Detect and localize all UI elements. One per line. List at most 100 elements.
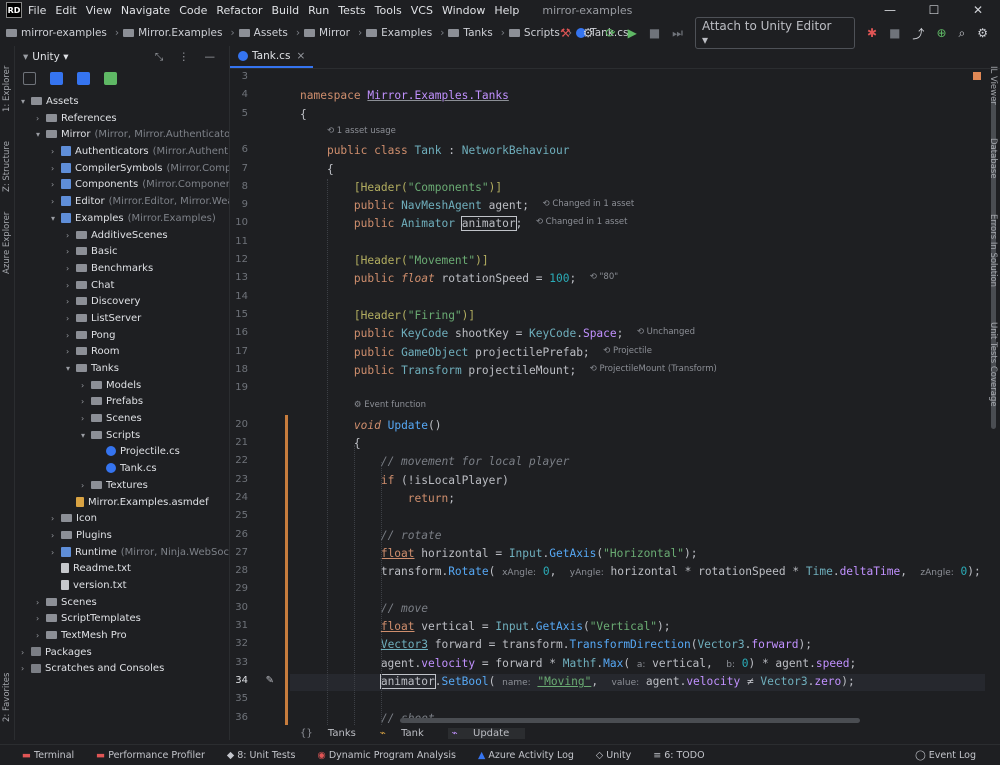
tree-item[interactable]: › Prefabs — [15, 394, 229, 411]
run-icon[interactable]: ▶ — [628, 26, 637, 40]
unit-tests-coverage-tool-tab[interactable]: Unit Tests Coverage — [988, 322, 998, 407]
tree-item[interactable]: › Authenticators(Mirror.Authentica — [15, 144, 229, 161]
tree-item[interactable]: › Basic — [15, 244, 229, 261]
azure-explorer-tool-tab[interactable]: Azure Explorer — [2, 212, 12, 274]
chevron-right-icon[interactable]: › — [66, 311, 76, 328]
chevron-right-icon[interactable]: › — [51, 144, 61, 161]
breadcrumb-item[interactable]: Mirror.Examples — [123, 27, 226, 39]
chevron-right-icon[interactable]: › — [51, 511, 61, 528]
menu-refactor[interactable]: Refactor — [216, 4, 262, 17]
quick-fix-icon[interactable]: ✎ — [256, 675, 274, 686]
chevron-down-icon[interactable]: ▾ — [36, 127, 46, 144]
hammer-icon[interactable]: ⚒ — [560, 26, 571, 40]
menu-view[interactable]: View — [86, 4, 112, 17]
chevron-right-icon[interactable]: › — [36, 628, 46, 645]
menu-edit[interactable]: Edit — [55, 4, 76, 17]
tree-item[interactable]: › Models — [15, 378, 229, 395]
chevron-right-icon[interactable]: › — [66, 228, 76, 245]
tree-item[interactable]: › Scenes — [15, 411, 229, 428]
todo-tool-button[interactable]: ≡ 6: TODO — [653, 750, 704, 761]
tree-item[interactable]: › Runtime(Mirror, Ninja.WebSocket — [15, 545, 229, 562]
breadcrumb-item[interactable]: Tanks — [448, 27, 496, 39]
chevron-right-icon[interactable]: › — [81, 378, 91, 395]
tree-item[interactable]: Projectile.cs — [15, 444, 229, 461]
unity-explorer-icon[interactable] — [104, 71, 117, 85]
chevron-down-icon[interactable]: ▾ — [66, 361, 76, 378]
chevron-right-icon[interactable]: › — [36, 611, 46, 628]
event-log-button[interactable]: ◯ Event Log — [915, 750, 976, 761]
settings-icon[interactable]: ⚙ — [977, 26, 988, 40]
chevron-right-icon[interactable]: › — [66, 278, 76, 295]
menu-tools[interactable]: Tools — [375, 4, 402, 17]
chevron-right-icon[interactable]: › — [51, 545, 61, 562]
menu-file[interactable]: File — [28, 4, 46, 17]
menu-window[interactable]: Window — [442, 4, 485, 17]
tree-item[interactable]: ▾ Mirror (Mirror, Mirror.Authenticators, — [15, 127, 229, 144]
tree-item[interactable]: › Components(Mirror.Components — [15, 177, 229, 194]
breadcrumb-method[interactable]: ⌁ Update — [447, 727, 526, 739]
chevron-right-icon[interactable]: › — [51, 528, 61, 545]
explorer-tool-tab[interactable]: 1: Explorer — [2, 66, 12, 112]
menu-vcs[interactable]: VCS — [411, 4, 433, 17]
structure-tool-tab[interactable]: Z: Structure — [2, 141, 12, 192]
tree-item[interactable]: ▾ Assets — [15, 94, 229, 111]
tree-item[interactable]: ▾ Examples (Mirror.Examples) — [15, 211, 229, 228]
tree-item[interactable]: Mirror.Examples.asmdef — [15, 495, 229, 512]
breadcrumb-class[interactable]: ⌁ Tank — [380, 728, 436, 739]
tab-tank-cs[interactable]: Tank.cs × — [230, 46, 314, 68]
menu-build[interactable]: Build — [272, 4, 300, 17]
tree-item[interactable]: › Packages — [15, 645, 229, 662]
menu-run[interactable]: Run — [308, 4, 329, 17]
minimize-icon[interactable]: — — [868, 0, 912, 20]
chevron-right-icon[interactable]: › — [66, 261, 76, 278]
chevron-right-icon[interactable]: › — [51, 161, 61, 178]
tree-item[interactable]: Tank.cs — [15, 461, 229, 478]
tree-item[interactable]: › Benchmarks — [15, 261, 229, 278]
tree-item[interactable]: › ScriptTemplates — [15, 611, 229, 628]
tree-item[interactable]: › Scratches and Consoles — [15, 661, 229, 678]
code-editor[interactable]: 3 4 5 6 7 8 9 10 11 12 13 14 15 16 17 18 19 20 21 22 23 24 25 2… — [230, 69, 985, 725]
close-tab-icon[interactable]: × — [296, 50, 305, 62]
tree-item[interactable]: › References — [15, 111, 229, 128]
database-tool-tab[interactable]: Database — [988, 138, 998, 179]
tree-item[interactable]: › CompilerSymbols(Mirror.Compile — [15, 161, 229, 178]
tree-item[interactable]: › Room — [15, 344, 229, 361]
errors-in-solution-tool-tab[interactable]: Errors In Solution — [988, 214, 998, 287]
tree-item[interactable]: › TextMesh Pro — [15, 628, 229, 645]
tree-item[interactable]: › Discovery — [15, 294, 229, 311]
close-icon[interactable]: ✕ — [956, 0, 1000, 20]
collapse-icon[interactable] — [50, 71, 63, 85]
chevron-right-icon[interactable]: › — [36, 111, 46, 128]
breadcrumb-namespace[interactable]: {} Tanks — [300, 728, 368, 739]
tree-item[interactable]: › Pong — [15, 328, 229, 345]
chevron-down-icon[interactable]: ▾ — [21, 94, 31, 111]
chevron-right-icon[interactable]: › — [81, 394, 91, 411]
tree-item[interactable]: Readme.txt — [15, 561, 229, 578]
step-icon[interactable]: ⏭ — [672, 26, 683, 41]
unity-tool-button[interactable]: ◇ Unity — [596, 750, 631, 761]
menu-navigate[interactable]: Navigate — [121, 4, 170, 17]
unit-tests-tool-button[interactable]: ◆ 8: Unit Tests — [227, 750, 296, 761]
pause-icon[interactable]: ■ — [889, 26, 900, 40]
favorites-tool-tab[interactable]: 2: Favorites — [2, 673, 12, 722]
chevron-right-icon[interactable]: › — [66, 244, 76, 261]
build-icon[interactable]: ⚙ — [583, 26, 594, 40]
chevron-down-icon[interactable]: ▾ — [81, 428, 91, 445]
chevron-right-icon[interactable]: › — [21, 661, 31, 678]
terminal-tool-button[interactable]: ▬ Terminal — [22, 750, 74, 761]
breadcrumb-item[interactable]: Assets — [238, 27, 292, 39]
attach-to-unity-dropdown[interactable]: Attach to Unity Editor ▾ — [694, 17, 856, 49]
tree-item[interactable]: › Textures — [15, 478, 229, 495]
maximize-icon[interactable]: ☐ — [912, 0, 956, 20]
debug-icon[interactable]: ✱ — [867, 26, 877, 40]
tree-item[interactable]: › Icon — [15, 511, 229, 528]
vcs-icon[interactable]: ⤴ — [912, 25, 924, 42]
tree-item[interactable]: › Chat — [15, 278, 229, 295]
chevron-right-icon[interactable]: › — [66, 328, 76, 345]
chevron-right-icon[interactable]: › — [21, 645, 31, 662]
tree-item[interactable]: ▾ Tanks — [15, 361, 229, 378]
chevron-down-icon[interactable]: ▾ — [51, 211, 61, 228]
breadcrumb-item[interactable]: Mirror — [304, 27, 354, 39]
tree-item[interactable]: ▾ Scripts — [15, 428, 229, 445]
refresh-icon[interactable]: ⟳ — [606, 26, 616, 40]
